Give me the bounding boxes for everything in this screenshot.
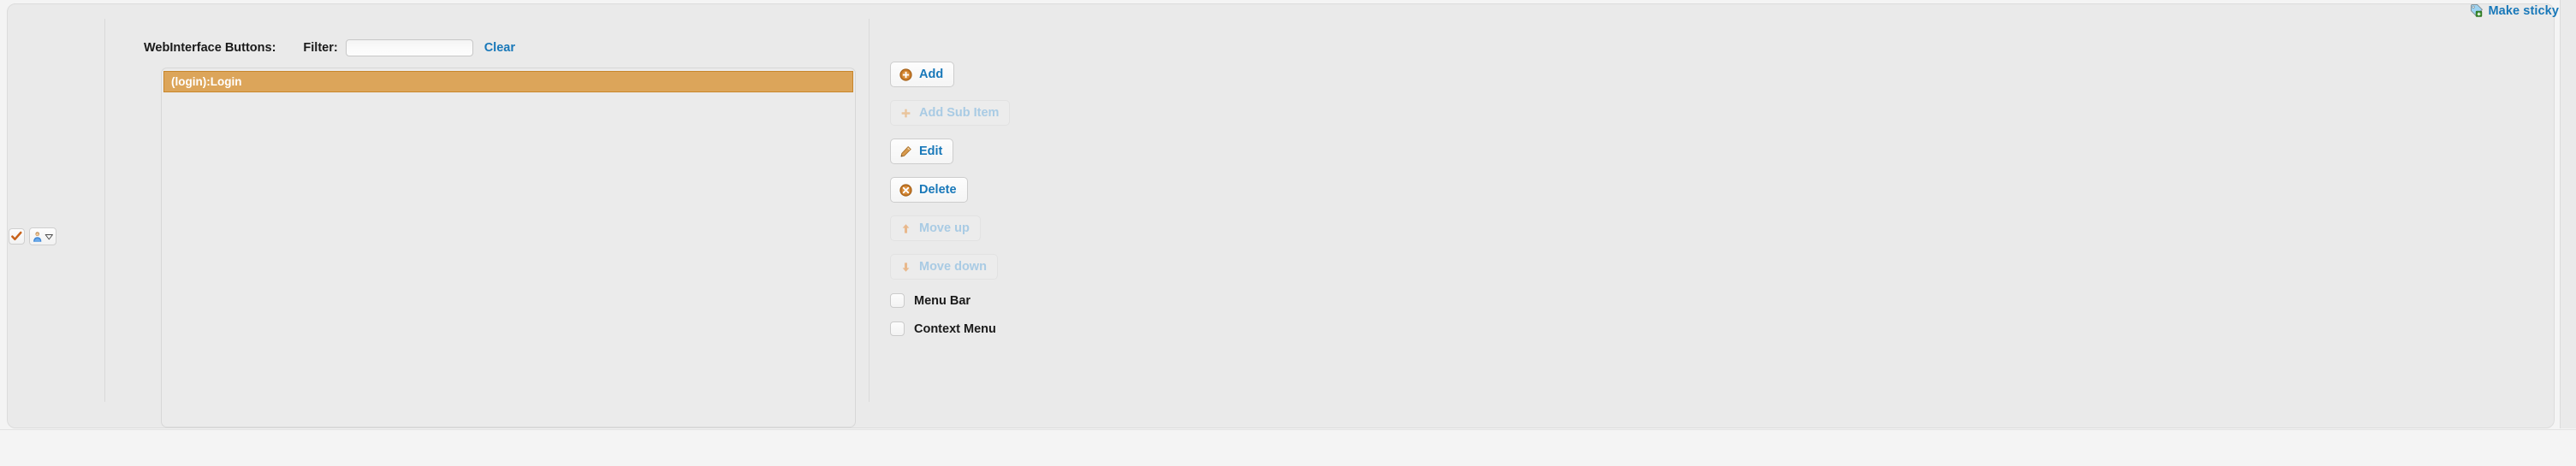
vertical-divider-right [869, 19, 870, 402]
add-sub-item-button-label: Add Sub Item [919, 106, 1000, 120]
move-up-button[interactable]: Move up [890, 215, 981, 241]
edit-button-label: Edit [919, 145, 943, 158]
menu-bar-checkbox-row[interactable]: Menu Bar [890, 293, 1172, 308]
buttons-list[interactable]: (login):Login [161, 68, 856, 428]
orange-checkmark-icon [11, 231, 22, 241]
add-button[interactable]: Add [890, 62, 955, 87]
panel-title: WebInterface Buttons: [144, 41, 276, 55]
filter-input[interactable] [345, 39, 473, 56]
app-root: Make sticky WebInterface Buttons: Filter… [0, 0, 2576, 466]
x-circle-icon [899, 183, 912, 197]
plus-icon [899, 107, 912, 120]
context-menu-label: Context Menu [914, 321, 996, 336]
move-down-button-label: Move down [919, 260, 987, 274]
make-sticky-label: Make sticky [2488, 3, 2559, 18]
user-menu-button[interactable] [29, 227, 56, 245]
menu-bar-label: Menu Bar [914, 293, 971, 308]
move-up-button-label: Move up [919, 221, 970, 235]
add-sub-item-button[interactable]: Add Sub Item [890, 100, 1011, 126]
list-item[interactable]: (login):Login [163, 71, 853, 92]
left-icon-toolbar [9, 227, 56, 245]
vertical-divider-left [104, 19, 105, 402]
context-menu-checkbox[interactable] [890, 321, 905, 336]
plus-circle-icon [899, 68, 912, 81]
header-row: WebInterface Buttons: Filter: Clear [144, 39, 515, 56]
select-all-checkbox-button[interactable] [9, 228, 25, 245]
pencil-icon [899, 145, 912, 158]
arrow-down-icon [899, 261, 912, 274]
add-button-label: Add [919, 68, 944, 81]
clear-filter-link[interactable]: Clear [484, 41, 515, 55]
left-column [8, 3, 103, 425]
delete-button-label: Delete [919, 183, 957, 197]
tag-plus-icon [2469, 3, 2484, 18]
list-item-label: (login):Login [171, 75, 242, 88]
context-menu-checkbox-row[interactable]: Context Menu [890, 321, 1172, 336]
arrow-up-icon [899, 222, 912, 235]
delete-button[interactable]: Delete [890, 177, 968, 203]
make-sticky-button[interactable]: Make sticky [2469, 3, 2559, 18]
edit-button[interactable]: Edit [890, 139, 954, 164]
filter-label: Filter: [303, 41, 338, 55]
action-button-column: Add Add Sub Item Edit Delete Move up Mov… [890, 62, 1172, 336]
right-edge-strip [2560, 0, 2576, 428]
bottom-edge-strip [0, 429, 2576, 466]
move-down-button[interactable]: Move down [890, 254, 998, 280]
user-icon [33, 231, 42, 242]
chevron-down-icon [45, 234, 54, 240]
menu-bar-checkbox[interactable] [890, 293, 905, 308]
